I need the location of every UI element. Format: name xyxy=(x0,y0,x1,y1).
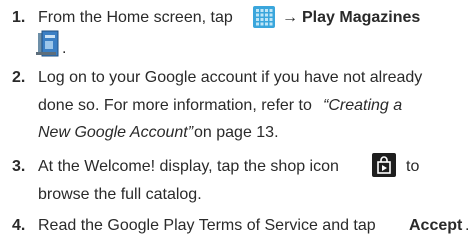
step-text: . xyxy=(465,217,470,234)
shop-bag-icon xyxy=(372,153,396,177)
step-number: 3. xyxy=(12,158,26,175)
play-magazines-icon xyxy=(36,30,59,57)
reference-link-text: “Creating a xyxy=(323,97,403,114)
step-number: 4. xyxy=(12,217,26,234)
page-reference: on page 13. xyxy=(194,124,279,141)
play-magazines-label: Play Magazines xyxy=(302,9,421,26)
accept-label: Accept xyxy=(409,217,463,234)
step-text: . xyxy=(62,40,67,57)
step-number: 2. xyxy=(12,69,26,86)
step-text: Log on to your Google account if you hav… xyxy=(38,69,423,86)
step-text: to xyxy=(406,158,420,175)
step-text: done so. For more information, refer to xyxy=(38,97,312,114)
step-text: From the Home screen, tap xyxy=(38,9,233,26)
arrow-glyph: → xyxy=(282,9,298,26)
apps-grid-icon xyxy=(253,6,275,28)
step-text: At the Welcome! display, tap the shop ic… xyxy=(38,158,339,175)
step-text: browse the full catalog. xyxy=(38,186,202,203)
step-number: 1. xyxy=(12,9,26,26)
instruction-document: 1. From the Home screen, tap → Play Maga… xyxy=(0,0,474,243)
reference-link-text: New Google Account” xyxy=(38,124,194,141)
step-text: Read the Google Play Terms of Service an… xyxy=(38,217,376,234)
step-1-line-1: From the Home screen, tap xyxy=(38,8,233,28)
